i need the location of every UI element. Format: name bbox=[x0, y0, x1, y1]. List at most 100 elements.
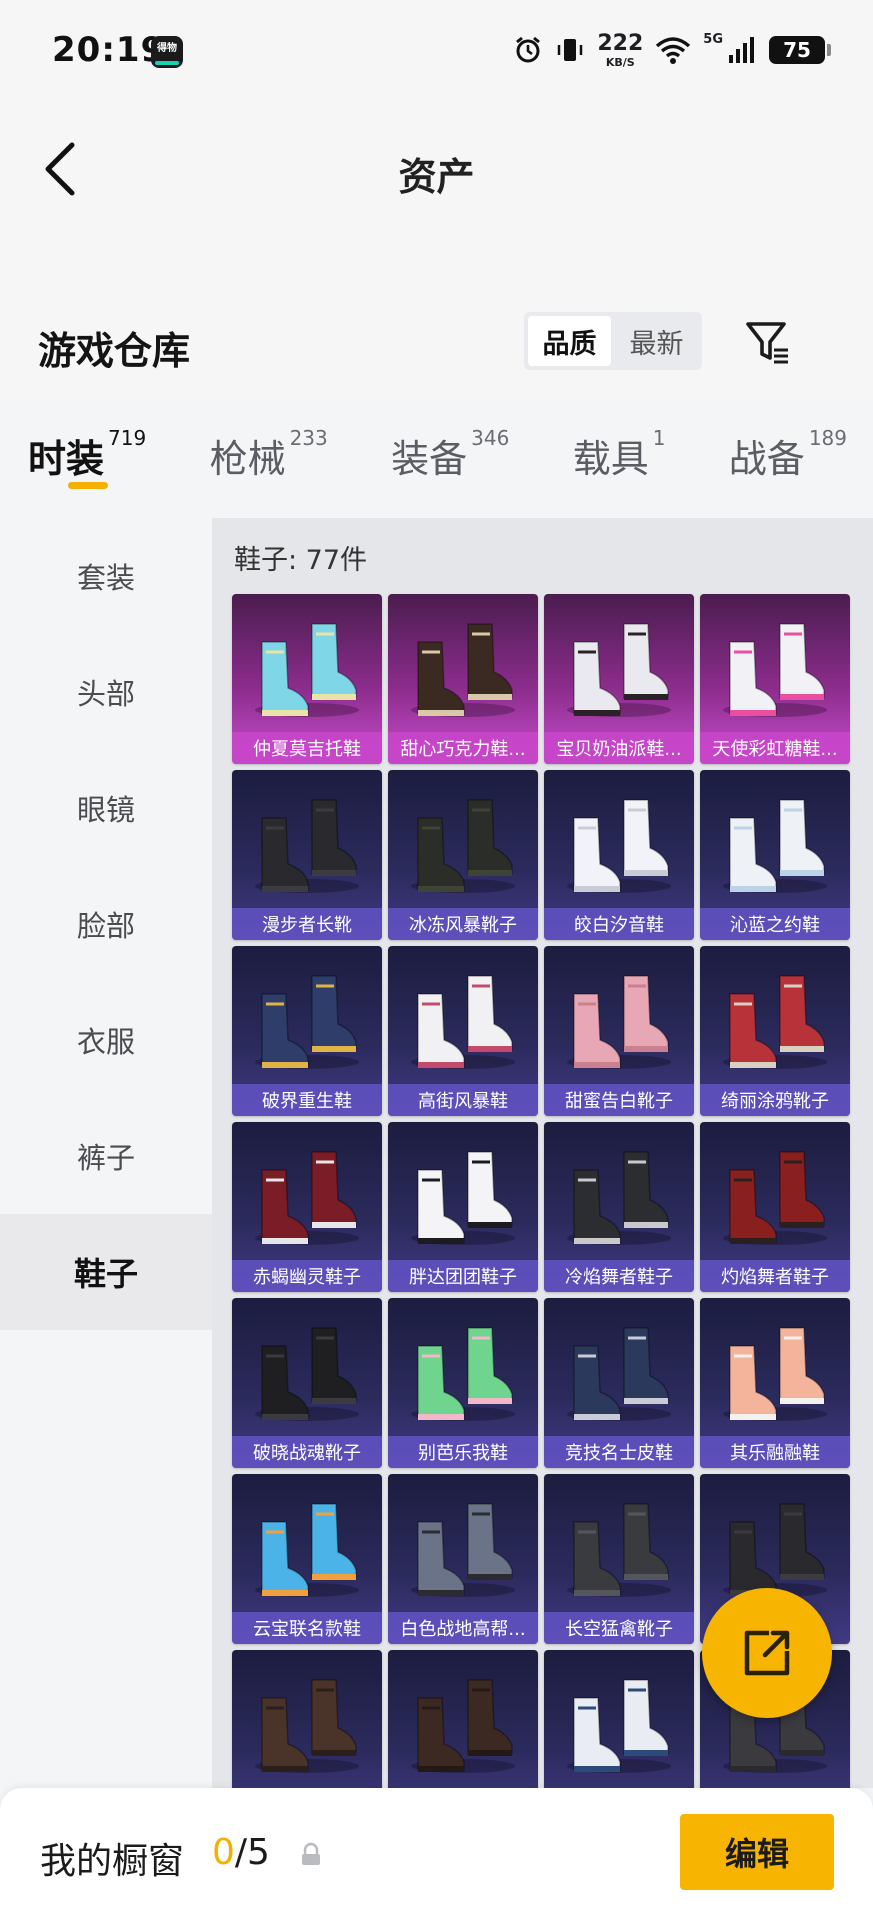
item-label-bar: 高街风暴鞋 bbox=[388, 1084, 538, 1116]
item-card[interactable]: 长空猛禽靴子 bbox=[544, 1474, 694, 1644]
shoe-thumbnail bbox=[723, 1327, 827, 1421]
item-name: 别芭乐我鞋 bbox=[418, 1443, 508, 1464]
share-button[interactable] bbox=[702, 1588, 832, 1718]
tab-fashion[interactable]: 时装 719 bbox=[28, 426, 146, 489]
item-name: 高街风暴鞋 bbox=[418, 1091, 508, 1112]
item-card[interactable]: 其乐融融鞋 bbox=[700, 1298, 850, 1468]
item-card[interactable]: 甜心巧克力鞋... bbox=[388, 594, 538, 764]
item-card[interactable]: 白色战地高帮... bbox=[388, 1474, 538, 1644]
item-label-bar: 白色战地高帮... bbox=[388, 1612, 538, 1644]
tab-label: 枪械 bbox=[209, 437, 286, 481]
showcase-count: 0/5 bbox=[212, 1832, 270, 1873]
item-card[interactable]: 宝贝奶油派鞋... bbox=[544, 594, 694, 764]
shoe-thumbnail bbox=[567, 1327, 671, 1421]
item-card[interactable]: 竞技名士皮鞋 bbox=[544, 1298, 694, 1468]
status-icons: 222 KB/S 5G 75 bbox=[513, 30, 831, 70]
tab-count: 1 bbox=[652, 426, 666, 450]
item-card[interactable]: 高街风暴鞋 bbox=[388, 946, 538, 1116]
shoe-thumbnail bbox=[411, 1327, 515, 1421]
shoe-thumbnail bbox=[411, 1679, 515, 1773]
item-label-bar: 胖达团团鞋子 bbox=[388, 1260, 538, 1292]
item-name: 胖达团团鞋子 bbox=[409, 1267, 517, 1288]
item-card[interactable] bbox=[544, 1650, 694, 1788]
item-label-bar: 冰冻风暴靴子 bbox=[388, 908, 538, 940]
network-type: 5G bbox=[703, 32, 723, 47]
item-card[interactable]: 云宝联名款鞋 bbox=[232, 1474, 382, 1644]
filter-button[interactable] bbox=[740, 314, 796, 370]
share-external-icon bbox=[744, 1630, 790, 1676]
item-label-bar: 赤蝎幽灵鞋子 bbox=[232, 1260, 382, 1292]
item-card[interactable]: 甜蜜告白靴子 bbox=[544, 946, 694, 1116]
item-label-bar: 破晓战魂靴子 bbox=[232, 1436, 382, 1468]
item-label-bar: 漫步者长靴 bbox=[232, 908, 382, 940]
item-card[interactable] bbox=[232, 1650, 382, 1788]
status-bar: 20:19 得物 222 KB/S 5G 75 bbox=[0, 0, 873, 104]
sidebar-item-head[interactable]: 头部 bbox=[0, 634, 212, 750]
shoe-thumbnail bbox=[255, 1327, 359, 1421]
tab-label: 战备 bbox=[728, 437, 805, 481]
item-card[interactable]: 灼焰舞者鞋子 bbox=[700, 1122, 850, 1292]
item-label-bar: 灼焰舞者鞋子 bbox=[700, 1260, 850, 1292]
page-title: 资产 bbox=[398, 155, 475, 199]
item-card[interactable]: 皎白汐音鞋 bbox=[544, 770, 694, 940]
item-card[interactable]: 沁蓝之约鞋 bbox=[700, 770, 850, 940]
sidebar-item-face[interactable]: 脸部 bbox=[0, 866, 212, 982]
sidebar-item-clothes[interactable]: 衣服 bbox=[0, 982, 212, 1098]
page-header: 资产 bbox=[0, 104, 873, 254]
app-screen: 20:19 得物 222 KB/S 5G 75 资产 游戏仓库 品质 最新 时装… bbox=[0, 0, 873, 1920]
sidebar-item-glasses[interactable]: 眼镜 bbox=[0, 750, 212, 866]
sort-option-latest[interactable]: 最新 bbox=[615, 316, 698, 366]
app-badge-icon: 得物 bbox=[151, 36, 183, 68]
item-card[interactable]: 天使彩虹糖鞋... bbox=[700, 594, 850, 764]
tab-vehicles[interactable]: 载具 1 bbox=[572, 426, 666, 483]
shoe-thumbnail bbox=[723, 799, 827, 893]
item-card[interactable] bbox=[388, 1650, 538, 1788]
shoe-thumbnail bbox=[567, 1503, 671, 1597]
sort-toggle: 品质 最新 bbox=[524, 312, 702, 370]
sidebar: 套装 头部 眼镜 脸部 衣服 裤子 鞋子 bbox=[0, 518, 212, 1788]
item-card[interactable]: 破界重生鞋 bbox=[232, 946, 382, 1116]
item-card[interactable]: 绮丽涂鸦靴子 bbox=[700, 946, 850, 1116]
tab-count: 233 bbox=[289, 426, 328, 450]
item-name: 云宝联名款鞋 bbox=[253, 1619, 361, 1640]
sidebar-item-shoes[interactable]: 鞋子 bbox=[0, 1214, 212, 1330]
active-tab-indicator bbox=[68, 482, 108, 489]
item-name: 绮丽涂鸦靴子 bbox=[721, 1091, 829, 1112]
battery-icon: 75 bbox=[769, 36, 831, 64]
item-card[interactable]: 破晓战魂靴子 bbox=[232, 1298, 382, 1468]
shoe-thumbnail bbox=[411, 1151, 515, 1245]
item-card[interactable]: 冰冻风暴靴子 bbox=[388, 770, 538, 940]
item-name: 破界重生鞋 bbox=[262, 1091, 352, 1112]
sort-option-quality[interactable]: 品质 bbox=[528, 316, 611, 366]
category-tabs: 时装 719 枪械 233 装备 346 载具 1 战备 189 bbox=[0, 400, 873, 518]
item-card[interactable]: 冷焰舞者鞋子 bbox=[544, 1122, 694, 1292]
item-name: 甜心巧克力鞋... bbox=[400, 739, 526, 760]
item-label-bar: 破界重生鞋 bbox=[232, 1084, 382, 1116]
item-label-bar: 仲夏莫吉托鞋 bbox=[232, 732, 382, 764]
item-name: 沁蓝之约鞋 bbox=[730, 915, 820, 936]
filter-icon bbox=[746, 322, 788, 364]
tab-label: 时装 bbox=[28, 437, 105, 481]
item-card[interactable]: 胖达团团鞋子 bbox=[388, 1122, 538, 1292]
item-label-bar: 甜心巧克力鞋... bbox=[388, 732, 538, 764]
item-card[interactable]: 漫步者长靴 bbox=[232, 770, 382, 940]
item-card[interactable]: 别芭乐我鞋 bbox=[388, 1298, 538, 1468]
tab-label: 装备 bbox=[391, 437, 468, 481]
item-label-bar: 宝贝奶油派鞋... bbox=[544, 732, 694, 764]
item-card[interactable]: 赤蝎幽灵鞋子 bbox=[232, 1122, 382, 1292]
tab-label: 载具 bbox=[572, 437, 649, 481]
shoe-thumbnail bbox=[567, 1151, 671, 1245]
tab-weapons[interactable]: 枪械 233 bbox=[209, 426, 328, 483]
item-name: 冷焰舞者鞋子 bbox=[565, 1267, 673, 1288]
sidebar-item-pants[interactable]: 裤子 bbox=[0, 1098, 212, 1214]
item-name: 甜蜜告白靴子 bbox=[565, 1091, 673, 1112]
item-card[interactable]: 仲夏莫吉托鞋 bbox=[232, 594, 382, 764]
item-name: 白色战地高帮... bbox=[400, 1619, 526, 1640]
item-label-bar: 其乐融融鞋 bbox=[700, 1436, 850, 1468]
tab-equipment[interactable]: 装备 346 bbox=[391, 426, 509, 483]
showcase-label: 我的橱窗 bbox=[40, 1841, 185, 1882]
battery-level: 75 bbox=[783, 38, 811, 62]
tab-supplies[interactable]: 战备 189 bbox=[728, 426, 847, 483]
edit-button[interactable]: 编辑 bbox=[680, 1814, 834, 1890]
sidebar-item-outfit[interactable]: 套装 bbox=[0, 518, 212, 634]
